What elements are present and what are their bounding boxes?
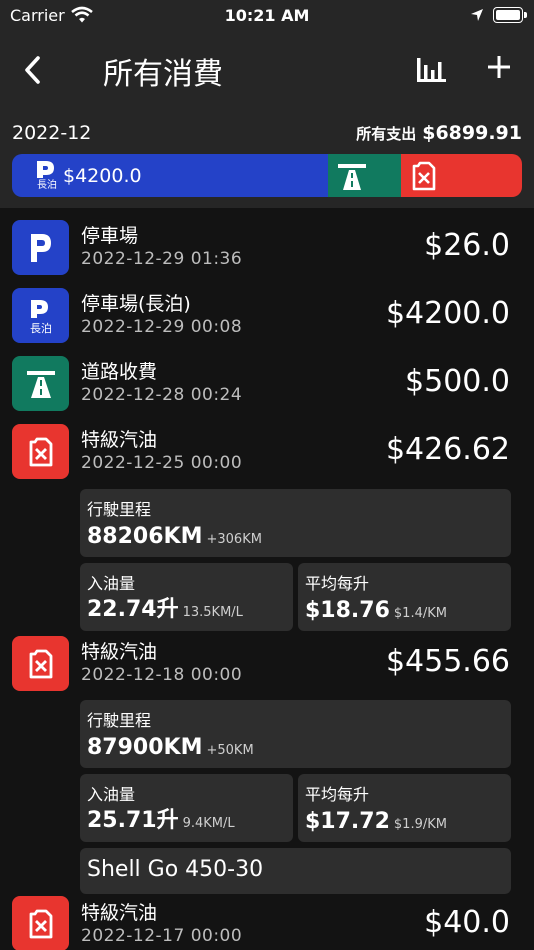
note-card: Shell Go 450-30 [80, 848, 511, 894]
page-title: 所有消費 [103, 57, 223, 92]
entry-date: 2022-12-18 00:00 [81, 665, 243, 685]
avg-price-card: 平均每升 $18.76 $1.4/KM [298, 563, 511, 631]
breakdown-parking-amount: $4200.0 [63, 165, 142, 187]
parking-sub-label: 長泊 [37, 179, 57, 190]
entry-title: 停車場(長泊) [81, 293, 191, 315]
list-item[interactable]: 長泊 停車場(長泊) 2022-12-29 00:08 $4200.0 [0, 280, 534, 348]
mileage-label: 行駛里程 [87, 711, 152, 730]
mileage-value: 88206KM +306KM [87, 524, 262, 549]
cost-per-km: $1.4/KM [393, 606, 447, 621]
entry-amount: $455.66 [385, 644, 510, 679]
fuel-volume-number: 22.74升 [87, 597, 179, 622]
fuel-can-icon [12, 636, 69, 691]
mileage-number: 87900KM [87, 735, 203, 760]
entry-title: 停車場 [81, 225, 139, 247]
entry-date: 2022-12-25 00:00 [81, 453, 243, 473]
avg-price-card: 平均每升 $17.72 $1.9/KM [298, 774, 511, 842]
entry-title: 道路收費 [81, 361, 158, 383]
entry-amount: $26.0 [424, 228, 510, 263]
back-chevron-icon[interactable] [18, 53, 48, 87]
summary-total: 所有支出 $6899.91 [356, 122, 522, 144]
list-item[interactable]: 特級汽油 2022-12-17 00:00 $40.0 [0, 896, 534, 950]
list-item[interactable]: 特級汽油 2022-12-18 00:00 $455.66 行駛里程 87900… [0, 634, 534, 896]
entry-amount: $40.0 [424, 905, 510, 940]
add-icon[interactable] [486, 54, 512, 80]
mileage-diff: +50KM [206, 743, 254, 758]
location-arrow-icon [471, 9, 483, 21]
list-item[interactable]: 道路收費 2022-12-28 00:24 $500.0 [0, 348, 534, 416]
list-item[interactable]: 特級汽油 2022-12-25 00:00 $426.62 行駛里程 88206… [0, 416, 534, 631]
fuel-volume-card: 入油量 25.71升 9.4KM/L [80, 774, 293, 842]
highway-toll-icon [12, 356, 69, 411]
entry-date: 2022-12-29 00:08 [81, 317, 243, 337]
entry-title: 特級汽油 [81, 429, 158, 451]
entry-amount: $426.62 [385, 432, 510, 467]
entry-amount: $500.0 [405, 364, 510, 399]
entry-note: Shell Go 450-30 [87, 857, 264, 882]
summary-month: 2022-12 [12, 122, 92, 144]
breakdown-segment-toll[interactable] [328, 154, 401, 197]
fuel-efficiency: 9.4KM/L [182, 816, 235, 831]
long-term-parking-icon: 長泊 [12, 288, 69, 343]
mileage-card: 行駛里程 88206KM +306KM [80, 489, 511, 557]
icon-sub-label: 長泊 [30, 322, 52, 334]
entry-amount: $4200.0 [385, 296, 510, 331]
bar-chart-icon[interactable] [414, 56, 448, 84]
mileage-number: 88206KM [87, 524, 203, 549]
mileage-card: 行駛里程 87900KM +50KM [80, 700, 511, 768]
fuel-volume-value: 25.71升 9.4KM/L [87, 802, 235, 834]
entry-date: 2022-12-17 00:00 [81, 926, 243, 946]
spending-breakdown-bar[interactable]: 長泊 $4200.0 [12, 154, 522, 197]
avg-price-number: $18.76 [305, 598, 390, 623]
breakdown-segment-parking[interactable]: 長泊 $4200.0 [12, 154, 328, 197]
mileage-diff: +306KM [206, 532, 262, 547]
mileage-value: 87900KM +50KM [87, 735, 254, 760]
entry-title: 特級汽油 [81, 641, 158, 663]
fuel-efficiency: 13.5KM/L [182, 605, 243, 620]
avg-price-label: 平均每升 [305, 785, 370, 804]
mileage-label: 行駛里程 [87, 500, 152, 519]
fuel-volume-card: 入油量 22.74升 13.5KM/L [80, 563, 293, 631]
entry-date: 2022-12-28 00:24 [81, 385, 243, 405]
clock: 10:21 AM [224, 6, 310, 25]
cost-per-km: $1.9/KM [393, 817, 447, 832]
fuel-volume-value: 22.74升 13.5KM/L [87, 591, 243, 623]
avg-price-value: $18.76 $1.4/KM [305, 598, 447, 623]
monthly-summary: 2022-12 所有支出 $6899.91 長泊 $4200.0 [0, 108, 534, 208]
entry-title: 特級汽油 [81, 902, 158, 924]
long-term-parking-icon: 長泊 [37, 161, 57, 190]
breakdown-segment-fuel[interactable] [401, 154, 522, 197]
fuel-can-icon [12, 896, 69, 950]
battery-icon [493, 7, 527, 23]
fuel-volume-number: 25.71升 [87, 808, 179, 833]
parking-icon [12, 220, 69, 275]
navigation-bar: 所有消費 [0, 34, 534, 108]
entry-date: 2022-12-29 01:36 [81, 249, 243, 269]
avg-price-label: 平均每升 [305, 574, 370, 593]
fuel-can-icon [12, 424, 69, 479]
avg-price-number: $17.72 [305, 809, 390, 834]
summary-total-value: $6899.91 [422, 122, 522, 144]
avg-price-value: $17.72 $1.9/KM [305, 809, 447, 834]
highway-toll-icon [338, 164, 366, 190]
list-item[interactable]: 停車場 2022-12-29 01:36 $26.0 [0, 208, 534, 280]
summary-total-label: 所有支出 [356, 125, 417, 143]
status-bar: Carrier 10:21 AM [0, 0, 534, 34]
fuel-can-icon [412, 161, 436, 191]
